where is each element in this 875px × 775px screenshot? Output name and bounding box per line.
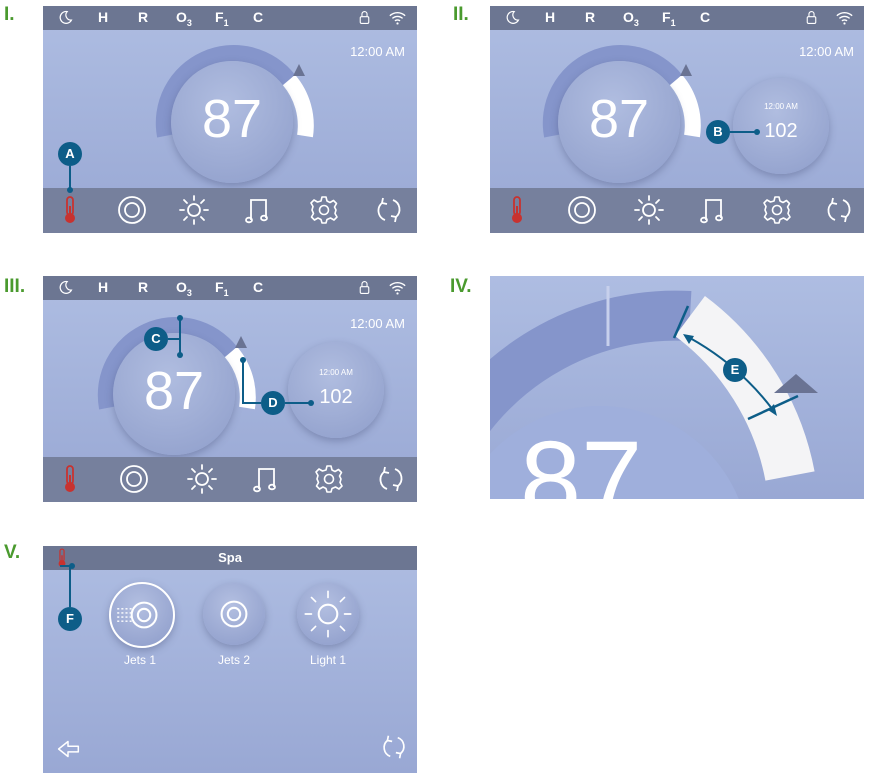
refresh-icon[interactable] bbox=[373, 194, 405, 226]
status-bar: H R O3 F1 C bbox=[43, 6, 417, 30]
cleanup-indicator[interactable]: C bbox=[700, 9, 710, 25]
callout-c: C bbox=[144, 327, 168, 351]
ozone-indicator[interactable]: O3 bbox=[623, 9, 639, 28]
back-icon[interactable] bbox=[53, 734, 83, 764]
thermometer-icon[interactable] bbox=[54, 194, 86, 226]
cleanup-indicator[interactable]: C bbox=[253, 279, 263, 295]
refresh-icon[interactable] bbox=[379, 732, 409, 762]
page-title: Spa bbox=[218, 550, 242, 565]
light-1-button[interactable] bbox=[297, 583, 359, 645]
callout-e: E bbox=[723, 358, 747, 382]
set-temperature-bubble[interactable]: 12:00 AM 102 bbox=[733, 78, 829, 174]
ozone-indicator[interactable]: O3 bbox=[176, 279, 192, 298]
settings-icon[interactable] bbox=[761, 194, 793, 226]
current-temperature: 87 bbox=[143, 361, 205, 421]
callout-f: F bbox=[58, 607, 82, 631]
set-temperature-bubble[interactable]: 12:00 AM 102 bbox=[288, 342, 384, 438]
setpoint-marker-icon bbox=[680, 64, 692, 76]
set-temperature: 102 bbox=[764, 120, 798, 142]
jets-2-label: Jets 2 bbox=[217, 653, 250, 667]
wifi-icon bbox=[388, 9, 407, 26]
r-indicator[interactable]: R bbox=[138, 279, 148, 295]
bottom-nav bbox=[490, 188, 864, 233]
heat-mode-indicator[interactable]: H bbox=[98, 279, 108, 295]
clock: 12:00 AM bbox=[350, 44, 405, 59]
wifi-icon bbox=[388, 279, 407, 296]
bottom-nav bbox=[43, 188, 417, 233]
panel-label-iv: IV. bbox=[450, 276, 472, 297]
jets-icon bbox=[203, 583, 265, 645]
ozone-indicator[interactable]: O3 bbox=[176, 9, 192, 28]
filter-indicator[interactable]: F1 bbox=[662, 9, 676, 28]
current-temperature: 87 bbox=[201, 89, 263, 149]
current-temperature: 87 bbox=[588, 89, 650, 149]
music-icon[interactable] bbox=[697, 194, 729, 226]
jets-icon[interactable] bbox=[118, 463, 150, 495]
r-indicator[interactable]: R bbox=[138, 9, 148, 25]
callout-d: D bbox=[261, 391, 285, 415]
setpoint-marker-icon bbox=[293, 64, 305, 76]
screen-spa: Spa Jets 1 Jets 2 Light 1 bbox=[43, 546, 417, 773]
lock-icon[interactable] bbox=[356, 279, 373, 296]
lock-icon[interactable] bbox=[356, 9, 373, 26]
panel-label-i: I. bbox=[4, 4, 15, 25]
screen-main-i: H R O3 F1 C 12:00 AM 87 bbox=[43, 6, 417, 233]
jets-1-label: Jets 1 bbox=[123, 653, 156, 667]
title-bar: Spa bbox=[43, 546, 417, 570]
panel-label-ii: II. bbox=[453, 4, 469, 25]
clock: 12:00 AM bbox=[799, 44, 854, 59]
set-temperature: 102 bbox=[319, 386, 353, 408]
refresh-icon[interactable] bbox=[375, 463, 407, 495]
screen-main-iii: H R O3 F1 C 12:00 AM 87 12:00 AM 102 bbox=[43, 276, 417, 502]
jets-1-button[interactable] bbox=[109, 582, 175, 648]
sleep-mode-icon[interactable] bbox=[57, 9, 74, 26]
cleanup-indicator[interactable]: C bbox=[253, 9, 263, 25]
sleep-mode-icon[interactable] bbox=[57, 279, 74, 296]
status-bar: H R O3 F1 C bbox=[43, 276, 417, 300]
filter-indicator[interactable]: F1 bbox=[215, 9, 229, 28]
thermometer-icon[interactable] bbox=[501, 194, 533, 226]
sleep-mode-icon[interactable] bbox=[504, 9, 521, 26]
music-icon[interactable] bbox=[242, 194, 274, 226]
light-icon[interactable] bbox=[633, 194, 665, 226]
dial-closeup: 87 bbox=[490, 276, 864, 499]
settings-icon[interactable] bbox=[308, 194, 340, 226]
music-icon[interactable] bbox=[250, 463, 282, 495]
current-temperature-closeup: 87 bbox=[520, 419, 643, 500]
light-icon bbox=[297, 583, 359, 645]
wifi-icon bbox=[835, 9, 854, 26]
panel-label-v: V. bbox=[4, 542, 21, 563]
setpoint-marker-icon bbox=[235, 336, 247, 348]
setpoint-time: 12:00 AM bbox=[319, 368, 353, 377]
jets-icon[interactable] bbox=[566, 194, 598, 226]
jets-icon[interactable] bbox=[116, 194, 148, 226]
light-icon[interactable] bbox=[186, 463, 218, 495]
bottom-nav bbox=[43, 457, 417, 502]
jets-2-button[interactable] bbox=[203, 583, 265, 645]
callout-b: B bbox=[706, 120, 730, 144]
light-1-label: Light 1 bbox=[309, 653, 347, 667]
refresh-icon[interactable] bbox=[823, 194, 855, 226]
thermometer-icon[interactable] bbox=[54, 463, 86, 495]
panel-label-iii: III. bbox=[4, 276, 26, 297]
r-indicator[interactable]: R bbox=[585, 9, 595, 25]
light-icon[interactable] bbox=[178, 194, 210, 226]
heat-mode-indicator[interactable]: H bbox=[545, 9, 555, 25]
screen-main-ii: H R O3 F1 C 12:00 AM 87 12:00 AM 102 bbox=[490, 6, 864, 233]
jets-icon bbox=[111, 584, 173, 646]
settings-icon[interactable] bbox=[313, 463, 345, 495]
lock-icon[interactable] bbox=[803, 9, 820, 26]
heat-mode-indicator[interactable]: H bbox=[98, 9, 108, 25]
status-bar: H R O3 F1 C bbox=[490, 6, 864, 30]
setpoint-time: 12:00 AM bbox=[764, 102, 798, 111]
callout-a: A bbox=[58, 142, 82, 166]
filter-indicator[interactable]: F1 bbox=[215, 279, 229, 298]
clock: 12:00 AM bbox=[350, 316, 405, 331]
